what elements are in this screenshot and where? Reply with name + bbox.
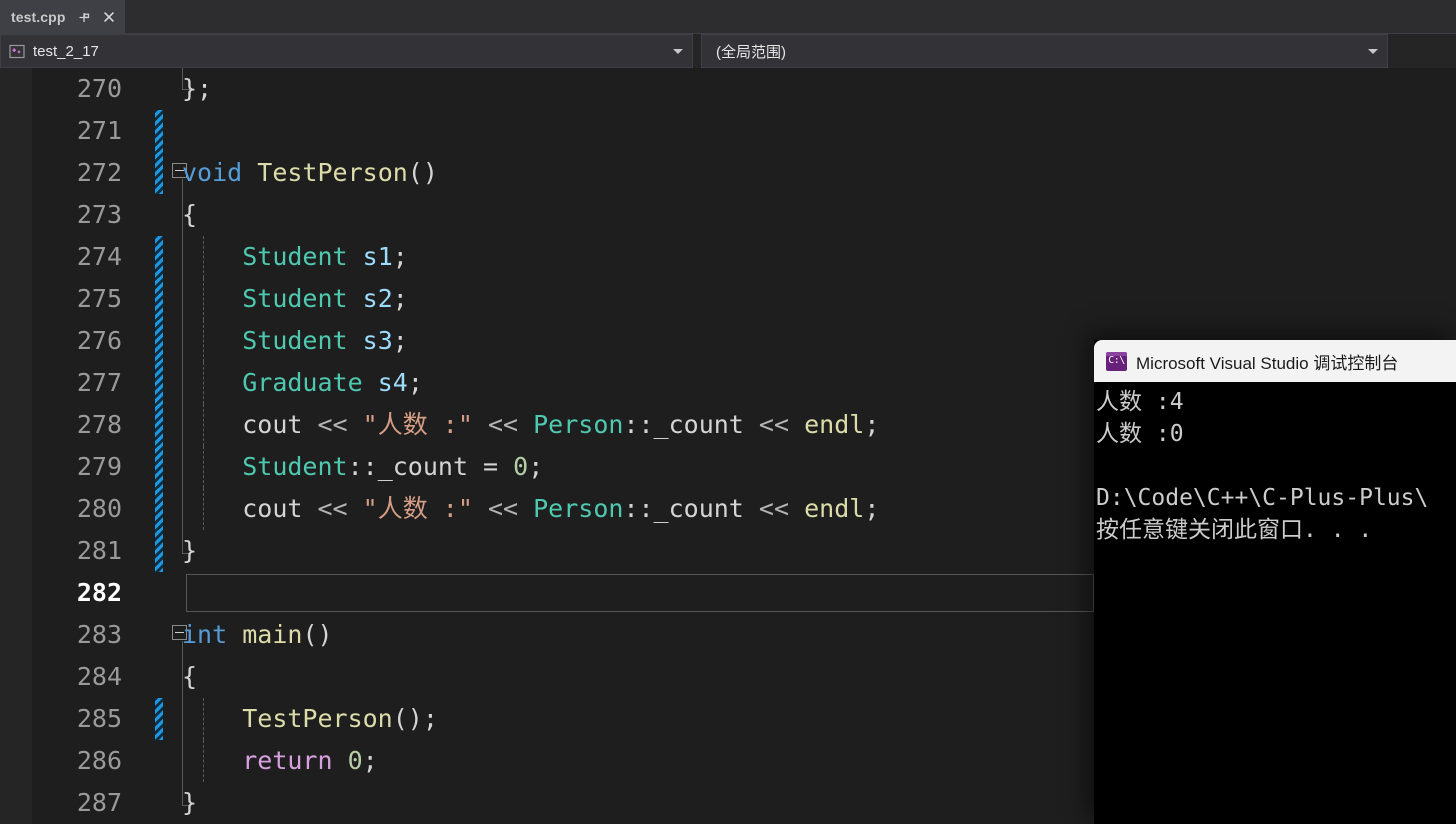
code-text: Student::_count = 0;	[242, 452, 544, 481]
code-line[interactable]: 274 Student s1;	[0, 236, 1456, 278]
tab-label: test.cpp	[11, 9, 66, 25]
line-number: 285	[76, 704, 122, 733]
cpp-project-icon	[9, 43, 26, 60]
member-combo-value: (全局范围)	[716, 43, 786, 61]
line-number: 277	[76, 368, 122, 397]
unsaved-change-indicator	[155, 404, 163, 446]
current-line-highlight	[186, 574, 1094, 612]
code-text: {	[182, 662, 198, 691]
code-line[interactable]: 273 {	[0, 194, 1456, 236]
console-output-line: 人数 :4	[1096, 389, 1184, 415]
debug-console-window[interactable]: C:\ Microsoft Visual Studio 调试控制台 人数 :4 人…	[1094, 340, 1456, 824]
code-text: return 0;	[242, 746, 378, 775]
code-text: cout << "人数 :" << Person::_count << endl…	[242, 494, 880, 523]
code-line[interactable]: 272 void TestPerson()	[0, 152, 1456, 194]
scope-combo-value: test_2_17	[33, 42, 99, 60]
console-title-bar[interactable]: C:\ Microsoft Visual Studio 调试控制台	[1094, 340, 1456, 382]
code-text: int main()	[182, 620, 333, 649]
unsaved-change-indicator	[155, 152, 163, 194]
unsaved-change-indicator	[155, 446, 163, 488]
console-output-line: D:\Code\C++\C-Plus-Plus\	[1096, 485, 1429, 511]
line-number: 286	[76, 746, 122, 775]
line-number: 281	[76, 536, 122, 565]
console-output-line: 人数 :0	[1096, 421, 1184, 447]
console-icon-label: C:\	[1108, 354, 1125, 366]
code-text: };	[182, 74, 213, 103]
console-app-icon: C:\	[1106, 351, 1127, 371]
line-number: 270	[76, 74, 122, 103]
console-output-line: 按任意键关闭此窗口. . .	[1096, 517, 1373, 543]
line-number: 278	[76, 410, 122, 439]
line-number: 274	[76, 242, 122, 271]
tab-test-cpp[interactable]: test.cpp	[0, 0, 126, 34]
line-number: 282	[76, 578, 122, 607]
pin-icon[interactable]	[77, 10, 91, 24]
code-line[interactable]: 271	[0, 110, 1456, 152]
code-line[interactable]: 275 Student s2;	[0, 278, 1456, 320]
code-text: {	[182, 200, 198, 229]
code-text: Student s3;	[242, 326, 408, 355]
code-line[interactable]: 270};	[0, 68, 1456, 110]
line-number: 273	[76, 200, 122, 229]
line-number: 276	[76, 326, 122, 355]
code-text: Student s2;	[242, 284, 408, 313]
code-text: TestPerson();	[242, 704, 438, 733]
navigation-bar: test_2_17 (全局范围)	[0, 34, 1456, 68]
unsaved-change-indicator	[155, 236, 163, 278]
code-text: Graduate s4;	[242, 368, 423, 397]
unsaved-change-indicator	[155, 110, 163, 152]
close-icon[interactable]	[102, 10, 116, 24]
console-output: 人数 :4 人数 :0 D:\Code\C++\C-Plus-Plus\ 按任意键关闭…	[1094, 382, 1456, 546]
line-number: 272	[76, 158, 122, 187]
chevron-down-icon[interactable]	[1368, 49, 1378, 54]
line-number: 279	[76, 452, 122, 481]
editor-tab-bar: test.cpp	[0, 0, 1456, 34]
scope-combo-box[interactable]: test_2_17	[0, 34, 693, 68]
unsaved-change-indicator	[155, 530, 163, 572]
unsaved-change-indicator	[155, 488, 163, 530]
line-number: 287	[76, 788, 122, 817]
unsaved-change-indicator	[155, 698, 163, 740]
code-text: }	[182, 536, 198, 565]
unsaved-change-indicator	[155, 320, 163, 362]
chevron-down-icon[interactable]	[673, 49, 683, 54]
line-number: 271	[76, 116, 122, 145]
line-number: 280	[76, 494, 122, 523]
line-number: 284	[76, 662, 122, 691]
code-text: cout << "人数 :" << Person::_count << endl…	[242, 410, 880, 439]
code-text: Student s1;	[242, 242, 408, 271]
code-text: void TestPerson()	[182, 158, 438, 187]
member-combo-box[interactable]: (全局范围)	[701, 34, 1388, 68]
line-number: 283	[76, 620, 122, 649]
code-text: }	[182, 788, 198, 817]
unsaved-change-indicator	[155, 278, 163, 320]
unsaved-change-indicator	[155, 362, 163, 404]
console-title: Microsoft Visual Studio 调试控制台	[1136, 353, 1399, 373]
line-number: 275	[76, 284, 122, 313]
